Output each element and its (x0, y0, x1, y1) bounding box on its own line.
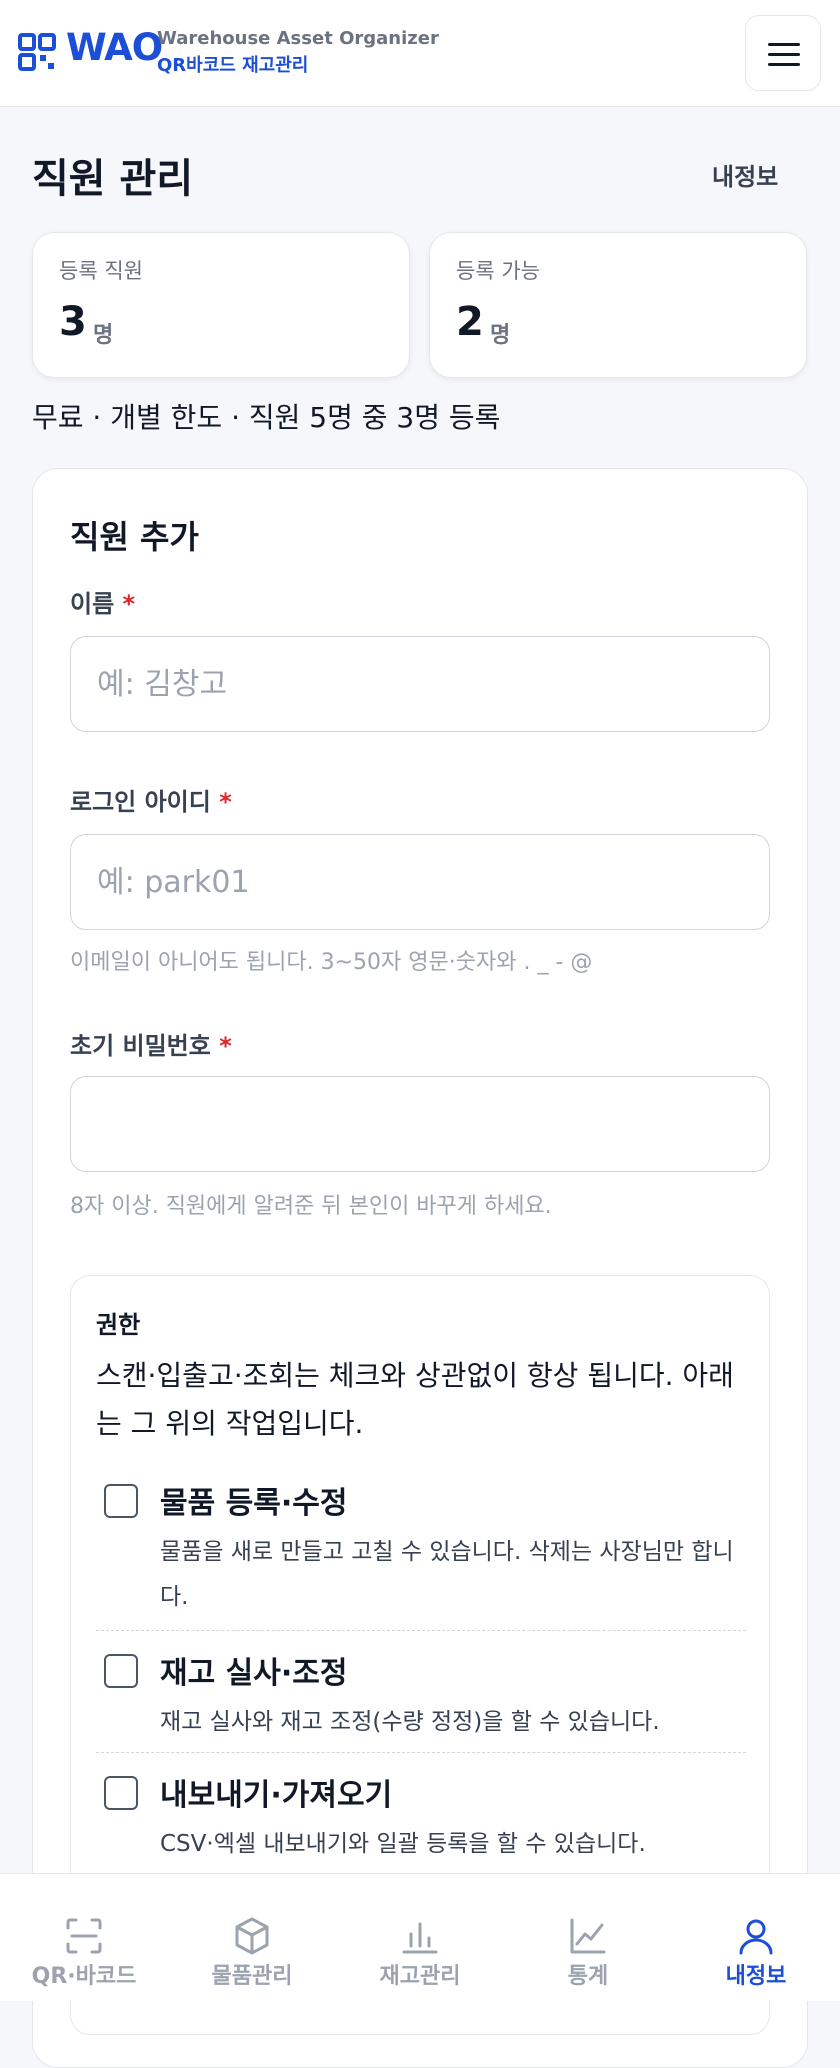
stat-card-available: 등록 가능 2 명 (429, 232, 807, 378)
permissions-description: 스캔·입출고·조회는 체크와 상관없이 항상 됩니다. 아래는 그 위의 작업입… (96, 1359, 734, 1440)
plan-summary: 무료 · 개별 한도 · 직원 5명 중 3명 등록 (32, 401, 501, 434)
page-title: 직원 관리 (32, 156, 194, 202)
bar-chart-icon (402, 1922, 438, 1954)
required-mark: * (219, 788, 232, 816)
nav-item-my-info[interactable]: 내정보 (672, 1874, 840, 2001)
nav-label: QR·바코드 (31, 1964, 137, 1989)
stat-unit: 명 (93, 323, 114, 348)
password-helper: 8자 이상. 직원에게 알려준 뒤 본인이 바꾸게 하세요. (70, 1194, 552, 1219)
stat-card-registered: 등록 직원 3 명 (32, 232, 410, 378)
hamburger-menu-icon-bar (768, 53, 800, 56)
name-label-text: 이름 (70, 590, 115, 618)
box-icon (235, 1917, 269, 1955)
nav-label: 내정보 (725, 1964, 787, 1989)
myinfo-link[interactable]: 내정보 (712, 157, 778, 192)
initial-password-input[interactable] (70, 1076, 770, 1172)
hamburger-menu-icon-bar (768, 63, 800, 66)
app-header: WAO Warehouse Asset Organizer QR바코드 재고관리 (0, 0, 840, 107)
login-id-label-text: 로그인 아이디 (70, 788, 211, 816)
nav-item-products[interactable]: 물품관리 (168, 1874, 336, 2001)
divider (96, 1630, 746, 1631)
required-mark: * (219, 1032, 232, 1060)
permission-note: 재고 실사와 재고 조정(수량 정정)을 할 수 있습니다. (160, 1709, 660, 1735)
logo-subtitle-en: Warehouse Asset Organizer (157, 28, 439, 49)
password-label-text: 초기 비밀번호 (70, 1032, 211, 1060)
qr-scan-icon (66, 1918, 102, 1954)
checkbox[interactable] (104, 1484, 138, 1518)
nav-label: 물품관리 (211, 1964, 293, 1989)
hamburger-menu-icon (768, 43, 800, 46)
stat-label: 등록 가능 (456, 259, 540, 283)
permission-note: CSV·엑셀 내보내기와 일괄 등록을 할 수 있습니다. (160, 1831, 646, 1857)
login-id-helper: 이메일이 아니어도 됩니다. 3~50자 영문·숫자와 . _ - @ (70, 950, 593, 975)
permission-name: 내보내기·가져오기 (160, 1778, 393, 1813)
line-chart-icon (570, 1918, 606, 1954)
required-mark: * (122, 590, 136, 618)
menu-button[interactable] (745, 15, 821, 91)
qr-logo-icon[interactable] (18, 33, 56, 71)
permission-name: 물품 등록·수정 (160, 1486, 348, 1521)
stat-unit: 명 (490, 323, 511, 348)
permissions-title: 권한 (96, 1311, 141, 1339)
name-input[interactable] (70, 636, 770, 732)
stat-label: 등록 직원 (59, 259, 143, 283)
divider (96, 1752, 746, 1753)
stat-value: 3 (59, 299, 87, 345)
nav-item-qr-barcode[interactable]: QR·바코드 (0, 1874, 168, 2001)
stat-value: 2 (456, 299, 484, 345)
checkbox[interactable] (104, 1654, 138, 1688)
user-icon (739, 1919, 773, 1955)
checkbox[interactable] (104, 1776, 138, 1810)
name-label: 이름 * (70, 584, 135, 619)
nav-item-inventory[interactable]: 재고관리 (336, 1874, 504, 2001)
bottom-navigation: QR·바코드 물품관리 재고관리 통계 내정보 (0, 1873, 840, 2001)
logo-subtitle-ko: QR바코드 재고관리 (157, 55, 309, 76)
form-title: 직원 추가 (70, 518, 199, 556)
nav-item-statistics[interactable]: 통계 (504, 1874, 672, 2001)
login-id-input[interactable] (70, 834, 770, 930)
logo-wordmark[interactable]: WAO (66, 26, 163, 69)
login-id-label: 로그인 아이디 * (70, 782, 232, 817)
nav-label: 통계 (567, 1964, 609, 1989)
password-label: 초기 비밀번호 * (70, 1026, 232, 1061)
nav-label: 재고관리 (379, 1964, 461, 1989)
permission-name: 재고 실사·조정 (160, 1656, 348, 1691)
permission-note: 물품을 새로 만들고 고칠 수 있습니다. 삭제는 사장님만 합니다. (160, 1539, 734, 1610)
